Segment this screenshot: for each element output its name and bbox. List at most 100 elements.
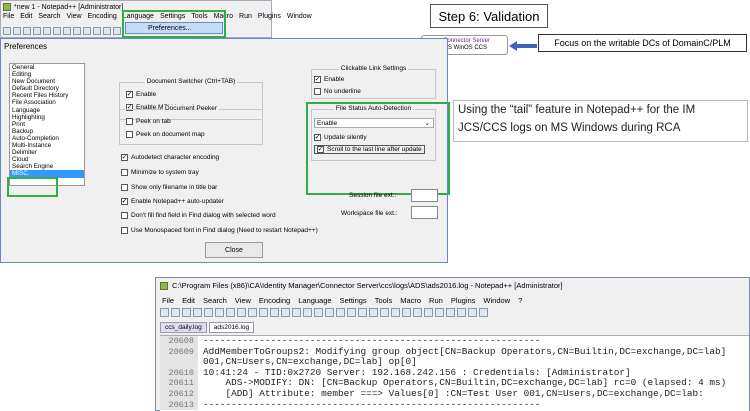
menu-edit[interactable]: Edit (182, 296, 195, 305)
menu-view[interactable]: View (235, 296, 251, 305)
category-item[interactable]: Language (10, 107, 84, 114)
save-all-icon[interactable] (33, 26, 41, 35)
menu-settings[interactable]: Settings (340, 296, 367, 305)
tab-ccs-daily-log[interactable]: ccs_daily.log (160, 322, 207, 333)
print-icon[interactable] (226, 308, 235, 317)
paste-icon[interactable] (259, 308, 268, 317)
zoom-in-icon[interactable] (314, 308, 323, 317)
menu-view[interactable]: View (67, 13, 82, 23)
zoom-out-icon[interactable] (325, 308, 334, 317)
new-file-icon[interactable] (3, 26, 11, 35)
new-file-icon[interactable] (160, 308, 169, 317)
menu-edit[interactable]: Edit (20, 13, 32, 23)
save-macro-icon[interactable] (479, 308, 488, 317)
category-item[interactable]: Multi-Instance (10, 142, 84, 149)
paste-icon[interactable] (93, 26, 101, 35)
category-item[interactable]: Print (10, 121, 84, 128)
redo-icon[interactable] (113, 26, 121, 35)
no-underline-checkbox[interactable]: No underline (314, 88, 361, 95)
menu-plugins[interactable]: Plugins (451, 296, 476, 305)
autodetect-encoding-checkbox[interactable]: ✓ Autodetect character encoding (121, 154, 219, 161)
play-macro-icon[interactable] (457, 308, 466, 317)
category-item[interactable]: Default Directory (10, 85, 84, 92)
category-item[interactable]: Highlighting (10, 114, 84, 121)
category-item[interactable]: Auto-Completion (10, 135, 84, 142)
category-item[interactable]: Recent Files History (10, 92, 84, 99)
function-list-icon[interactable] (402, 308, 411, 317)
peek-tab-checkbox[interactable]: Peek on tab (126, 118, 171, 125)
save-icon[interactable] (182, 308, 191, 317)
cut-icon[interactable] (73, 26, 81, 35)
close-icon[interactable] (204, 308, 213, 317)
monitoring-eye-icon[interactable] (424, 308, 433, 317)
line-number (160, 357, 198, 368)
open-file-icon[interactable] (13, 26, 21, 35)
copy-icon[interactable] (83, 26, 91, 35)
menu-run[interactable]: Run (239, 13, 252, 23)
document-map-icon[interactable] (391, 308, 400, 317)
menu-tools[interactable]: Tools (375, 296, 393, 305)
category-item[interactable]: New Document (10, 78, 84, 85)
record-macro-icon[interactable] (435, 308, 444, 317)
open-file-icon[interactable] (171, 308, 180, 317)
minimize-tray-checkbox[interactable]: Minimize to system tray (121, 169, 199, 176)
sync-vertical-icon[interactable] (336, 308, 345, 317)
show-filename-checkbox[interactable]: Show only filename in title bar (121, 184, 217, 191)
monospaced-find-checkbox[interactable]: Use Monospaced font in Find dialog (Need… (121, 227, 318, 234)
sync-horizontal-icon[interactable] (347, 308, 356, 317)
close-button[interactable]: Close (205, 242, 263, 258)
checkbox-label: Enable Notepad++ auto-updater (131, 198, 224, 205)
editor-area[interactable]: 20608 -----------------------------------… (160, 335, 749, 411)
redo-icon[interactable] (281, 308, 290, 317)
window-title-bar: C:\Program Files (x86)\CA\Identity Manag… (160, 281, 563, 290)
cut-icon[interactable] (237, 308, 246, 317)
folder-workspace-icon[interactable] (413, 308, 422, 317)
run-macro-multiple-icon[interactable] (468, 308, 477, 317)
close-icon[interactable] (43, 26, 51, 35)
category-item[interactable]: General (10, 64, 84, 71)
menu-search[interactable]: Search (203, 296, 227, 305)
close-all-icon[interactable] (53, 26, 61, 35)
copy-icon[interactable] (248, 308, 257, 317)
undo-icon[interactable] (270, 308, 279, 317)
close-all-icon[interactable] (215, 308, 224, 317)
category-item[interactable]: Backup (10, 128, 84, 135)
indent-guide-icon[interactable] (380, 308, 389, 317)
find-icon[interactable] (292, 308, 301, 317)
workspace-ext-input[interactable] (411, 206, 438, 219)
category-item[interactable]: Delimiter (10, 149, 84, 156)
menu-run[interactable]: Run (429, 296, 443, 305)
tab-ads2016-log[interactable]: ads2016.log (208, 322, 255, 333)
menu-help[interactable]: ? (518, 296, 522, 305)
menu-search[interactable]: Search (38, 13, 60, 23)
print-icon[interactable] (63, 26, 71, 35)
menu-encoding[interactable]: Encoding (88, 13, 117, 23)
auto-updater-checkbox[interactable]: ✓ Enable Notepad++ auto-updater (121, 198, 224, 205)
session-ext-input[interactable] (411, 189, 438, 202)
menu-window[interactable]: Window (483, 296, 510, 305)
word-wrap-icon[interactable] (358, 308, 367, 317)
stop-macro-icon[interactable] (446, 308, 455, 317)
show-all-chars-icon[interactable] (369, 308, 378, 317)
category-item[interactable]: Cloud (10, 156, 84, 163)
menu-window[interactable]: Window (287, 13, 312, 23)
menu-file[interactable]: File (3, 13, 14, 23)
doc-switcher-enable-checkbox[interactable]: ✓ Enable (126, 91, 156, 98)
category-item[interactable]: Editing (10, 71, 84, 78)
category-list[interactable]: General Editing New Document Default Dir… (9, 63, 85, 186)
dont-fill-find-checkbox[interactable]: Don't fill find field in Find dialog wit… (121, 212, 276, 219)
clickable-enable-checkbox[interactable]: ✓ Enable (314, 76, 344, 83)
category-item[interactable]: File Association (10, 99, 84, 106)
menu-macro[interactable]: Macro (400, 296, 421, 305)
menu-plugins[interactable]: Plugins (258, 13, 281, 23)
category-item[interactable]: Search Engine (10, 163, 84, 170)
undo-icon[interactable] (103, 26, 111, 35)
save-icon[interactable] (23, 26, 31, 35)
replace-icon[interactable] (303, 308, 312, 317)
menu-file[interactable]: File (162, 296, 174, 305)
save-all-icon[interactable] (193, 308, 202, 317)
menu-language[interactable]: Language (298, 296, 331, 305)
menu-encoding[interactable]: Encoding (259, 296, 290, 305)
peek-map-checkbox[interactable]: Peek on document map (126, 131, 205, 138)
checkbox-unchecked-icon (121, 169, 128, 176)
